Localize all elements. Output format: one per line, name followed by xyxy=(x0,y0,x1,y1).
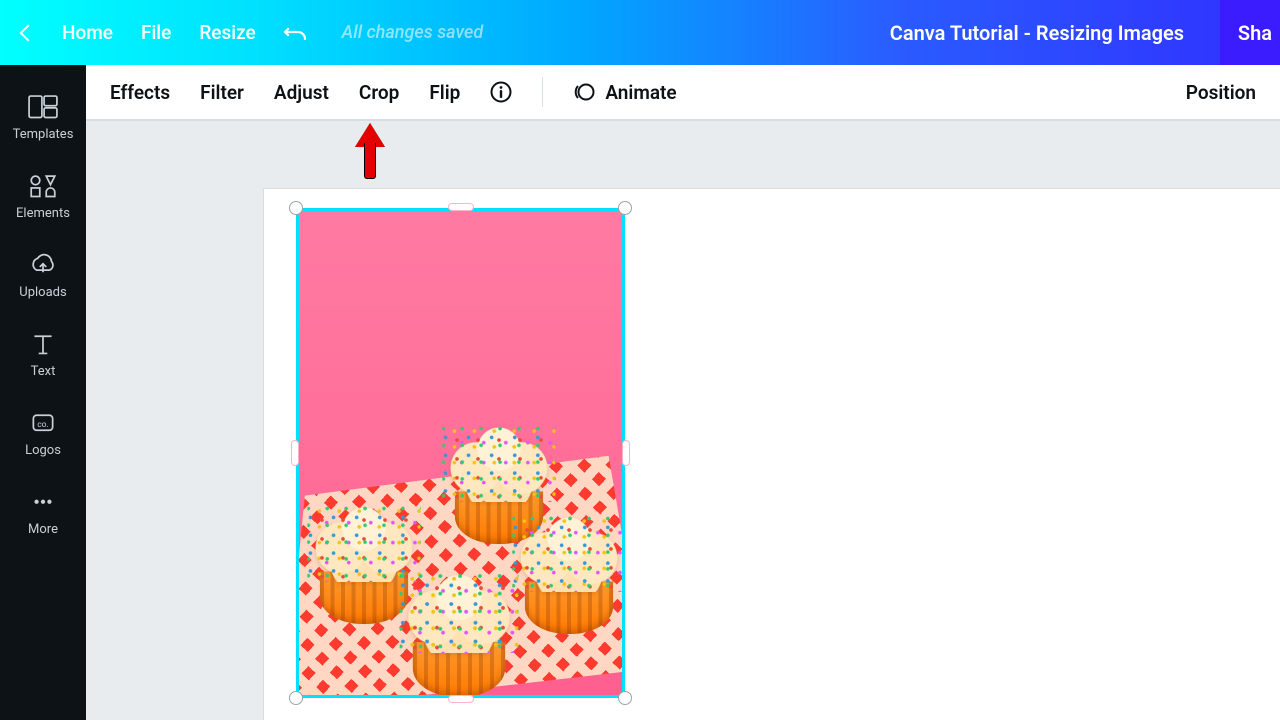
uploads-icon xyxy=(28,253,58,277)
sidebar-item-label: Templates xyxy=(13,127,74,142)
sidebar-item-more[interactable]: More xyxy=(0,476,86,555)
app-header: Home File Resize All changes saved Canva… xyxy=(0,0,1280,65)
sidebar-item-label: More xyxy=(28,522,58,537)
flip-button[interactable]: Flip xyxy=(429,81,460,104)
sidebar-item-elements[interactable]: Elements xyxy=(0,160,86,239)
resize-handle-top-left[interactable] xyxy=(289,201,303,215)
left-sidebar: Templates Elements Uploads Text co. Logo… xyxy=(0,65,86,720)
svg-text:co.: co. xyxy=(37,420,49,430)
resize-handle-bottom-left[interactable] xyxy=(289,691,303,705)
file-menu[interactable]: File xyxy=(141,21,171,44)
text-icon xyxy=(28,332,58,356)
document-title[interactable]: Canva Tutorial - Resizing Images xyxy=(890,21,1184,45)
animate-icon[interactable]: Animate xyxy=(573,81,676,104)
filter-button[interactable]: Filter xyxy=(200,81,244,104)
home-menu[interactable]: Home xyxy=(62,21,113,44)
save-status: All changes saved xyxy=(342,22,484,43)
resize-handle-top-right[interactable] xyxy=(618,201,632,215)
image-context-toolbar: Effects Filter Adjust Crop Flip Animate … xyxy=(86,65,1280,121)
sidebar-item-uploads[interactable]: Uploads xyxy=(0,239,86,318)
elements-icon xyxy=(28,174,58,198)
templates-icon xyxy=(28,95,58,119)
sidebar-item-label: Logos xyxy=(25,443,61,458)
effects-button[interactable]: Effects xyxy=(110,81,170,104)
resize-handle-right[interactable] xyxy=(622,440,630,466)
sidebar-item-templates[interactable]: Templates xyxy=(0,81,86,160)
sidebar-item-text[interactable]: Text xyxy=(0,318,86,397)
resize-handle-left[interactable] xyxy=(291,440,299,466)
sidebar-item-label: Uploads xyxy=(19,285,66,300)
undo-button[interactable] xyxy=(284,26,306,40)
resize-handle-top[interactable] xyxy=(448,203,474,211)
selected-image[interactable] xyxy=(296,208,625,698)
logos-icon: co. xyxy=(28,411,58,435)
header-left-group: Home File Resize All changes saved xyxy=(0,21,483,44)
share-button[interactable]: Sha xyxy=(1220,0,1280,65)
sidebar-item-label: Text xyxy=(31,364,56,379)
crop-button[interactable]: Crop xyxy=(359,81,399,104)
resize-handle-bottom[interactable] xyxy=(448,695,474,703)
more-icon xyxy=(28,490,58,514)
resize-menu[interactable]: Resize xyxy=(199,21,255,44)
annotation-arrow-icon xyxy=(355,121,385,183)
image-content[interactable] xyxy=(296,208,625,698)
back-icon[interactable] xyxy=(20,24,37,41)
toolbar-divider xyxy=(542,77,543,107)
resize-handle-bottom-right[interactable] xyxy=(618,691,632,705)
adjust-button[interactable]: Adjust xyxy=(274,81,329,104)
canvas-area[interactable] xyxy=(86,121,1280,720)
sidebar-item-logos[interactable]: co. Logos xyxy=(0,397,86,476)
sidebar-item-label: Elements xyxy=(16,206,70,221)
animate-button[interactable]: Animate xyxy=(605,81,676,104)
image-decor-cupcake xyxy=(393,565,525,697)
info-icon[interactable] xyxy=(490,81,512,103)
position-button[interactable]: Position xyxy=(1186,81,1256,104)
